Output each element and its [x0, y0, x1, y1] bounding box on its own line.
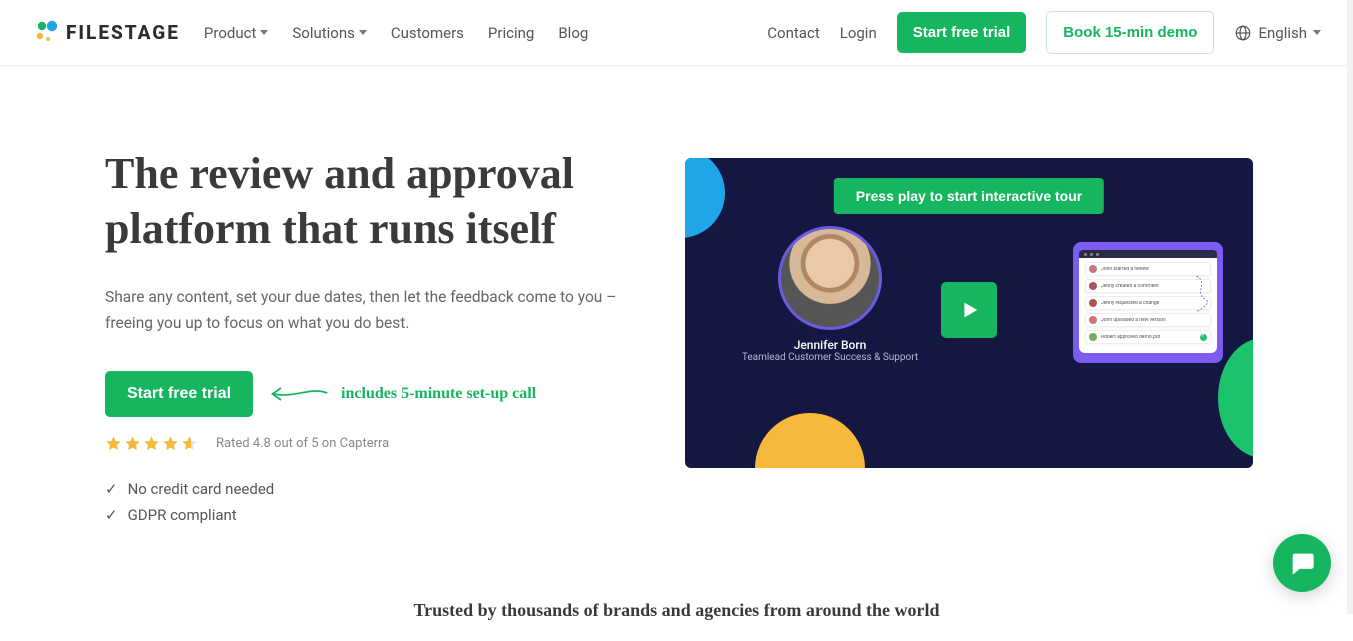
star-half-icon [181, 435, 198, 452]
hero-title: The review and approval platform that ru… [105, 146, 645, 256]
rating-text: Rated 4.8 out of 5 on Capterra [216, 436, 389, 451]
star-icon [162, 435, 179, 452]
presenter-card: Jennifer Born Teamlead Customer Success … [765, 226, 895, 363]
check-item: No credit card needed [105, 476, 645, 502]
check-item: GDPR compliant [105, 502, 645, 528]
nav-label: Solutions [292, 24, 355, 42]
star-icon [124, 435, 141, 452]
curly-arrow-icon [1193, 276, 1211, 312]
nav-item-blog[interactable]: Blog [558, 24, 588, 42]
start-trial-button-header[interactable]: Start free trial [897, 12, 1027, 53]
play-button[interactable] [941, 282, 997, 338]
language-selector[interactable]: English [1234, 24, 1321, 42]
language-label: English [1258, 24, 1307, 42]
star-rating [105, 435, 198, 452]
chat-launcher[interactable] [1273, 534, 1331, 592]
decorative-blob-icon [755, 413, 865, 468]
chevron-down-icon [260, 30, 268, 35]
feed-row: John uploaded a new version [1085, 313, 1211, 327]
nav-item-pricing[interactable]: Pricing [488, 24, 534, 42]
check-icon [1200, 334, 1207, 341]
decorative-blob-icon [685, 158, 725, 238]
feed-row: John started a review [1085, 262, 1211, 276]
hero-checklist: No credit card needed GDPR compliant [105, 476, 645, 528]
nav-label: Product [204, 24, 256, 42]
review-feed-card: John started a review Jenny created a co… [1073, 242, 1223, 363]
cta-note-text: includes 5-minute set-up call [341, 385, 536, 403]
decorative-blob-icon [1218, 338, 1253, 458]
nav-item-product[interactable]: Product [204, 24, 268, 42]
logo[interactable]: FILESTAGE [32, 19, 180, 47]
start-tour-button[interactable]: Press play to start interactive tour [834, 178, 1104, 214]
presenter-role: Teamlead Customer Success & Support [715, 352, 945, 363]
trust-headline: Trusted by thousands of brands and agenc… [0, 568, 1353, 641]
hand-arrow-icon [269, 380, 329, 408]
star-icon [143, 435, 160, 452]
nav-item-customers[interactable]: Customers [391, 24, 464, 42]
cta-annotation: includes 5-minute set-up call [269, 380, 536, 408]
feed-row: Robert approved demo.pdf [1085, 330, 1211, 344]
chevron-down-icon [359, 30, 367, 35]
hero-subtitle: Share any content, set your due dates, t… [105, 284, 625, 337]
header: FILESTAGE Product Solutions Customers Pr… [0, 0, 1353, 66]
hero-cta-row: Start free trial includes 5-minute set-u… [105, 371, 645, 417]
nav-primary: Product Solutions Customers Pricing Blog [204, 24, 588, 42]
nav-link-contact[interactable]: Contact [767, 24, 819, 42]
nav-item-solutions[interactable]: Solutions [292, 24, 367, 42]
rating-row: Rated 4.8 out of 5 on Capterra [105, 435, 645, 452]
logo-text: FILESTAGE [66, 21, 180, 44]
hero-copy: The review and approval platform that ru… [105, 146, 645, 528]
nav-link-login[interactable]: Login [840, 24, 877, 42]
book-demo-button[interactable]: Book 15-min demo [1046, 11, 1214, 54]
window-bar-icon [1079, 250, 1217, 258]
presenter-avatar [778, 226, 882, 330]
logo-mark-icon [32, 19, 60, 47]
start-trial-button-hero[interactable]: Start free trial [105, 371, 253, 417]
chat-icon [1288, 549, 1316, 577]
globe-icon [1234, 24, 1252, 42]
hero: The review and approval platform that ru… [0, 66, 1353, 568]
star-icon [105, 435, 122, 452]
chevron-down-icon [1313, 30, 1321, 35]
presenter-name: Jennifer Born [765, 338, 895, 352]
play-icon [958, 299, 980, 321]
scrollbar-track[interactable] [1347, 0, 1353, 614]
interactive-tour-panel: Press play to start interactive tour Jen… [685, 158, 1253, 468]
nav-secondary: Contact Login Start free trial Book 15-m… [767, 11, 1321, 54]
